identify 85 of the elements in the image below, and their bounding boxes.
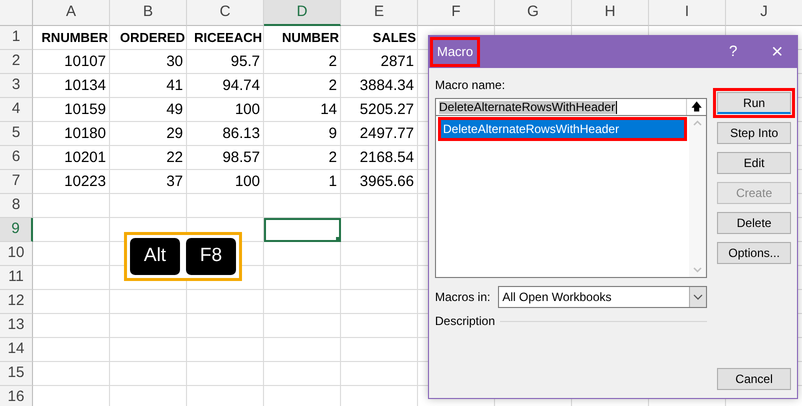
table-cell-text: 10180: [64, 124, 106, 144]
table-cell-text: 10223: [64, 172, 106, 192]
column-title: SALES: [372, 29, 416, 48]
table-cell-text: 2: [328, 52, 337, 72]
table-cell-text: 1: [328, 172, 337, 192]
table-cell-text: 49: [166, 100, 183, 120]
field-label: Macro name:: [435, 77, 506, 94]
table-cell-text: 9: [328, 124, 337, 144]
table-cell-text: 2168.54: [360, 148, 414, 168]
column-header[interactable]: B: [110, 0, 187, 26]
row-header[interactable]: 8: [0, 194, 33, 218]
table-cell-text: 3884.34: [360, 76, 414, 96]
table-cell-text: 22: [166, 148, 183, 168]
dialog-button[interactable]: Options...: [717, 242, 791, 264]
row-header[interactable]: 4: [0, 98, 33, 122]
table-cell-text: 10107: [64, 52, 106, 72]
table-cell-text: 2: [328, 148, 337, 168]
table-cell-text: 94.74: [222, 76, 260, 96]
row-header[interactable]: 2: [0, 50, 33, 74]
close-button[interactable]: ×: [771, 37, 783, 67]
column-header[interactable]: D: [264, 0, 341, 26]
row-header[interactable]: 6: [0, 146, 33, 170]
scrollbar[interactable]: [689, 116, 706, 277]
scroll-up-icon[interactable]: [693, 120, 702, 126]
row-header[interactable]: 14: [0, 338, 33, 362]
table-cell-text: 100: [234, 100, 260, 120]
macros-in-dropdown[interactable]: All Open Workbooks: [498, 286, 708, 308]
field-label: Macros in:: [435, 289, 490, 306]
cancel-button[interactable]: Cancel: [717, 368, 791, 390]
row-header[interactable]: 1: [0, 26, 33, 50]
help-button[interactable]: ?: [728, 40, 738, 64]
column-title: NUMBER: [282, 29, 339, 48]
key-cap: F8: [186, 238, 236, 275]
table-cell-text: 5205.27: [360, 100, 414, 120]
dialog-button[interactable]: Delete: [717, 212, 791, 234]
dialog-button[interactable]: Run: [717, 92, 791, 114]
table-cell-text: 2871: [380, 52, 414, 72]
column-header[interactable]: G: [495, 0, 572, 26]
row-header[interactable]: 9: [0, 218, 33, 242]
table-cell-text: 37: [166, 172, 183, 192]
table-cell-text: 86.13: [222, 124, 260, 144]
row-header[interactable]: 7: [0, 170, 33, 194]
macro-list[interactable]: DeleteAlternateRowsWithHeader: [435, 116, 708, 278]
row-header[interactable]: 11: [0, 266, 33, 290]
table-cell-text: 29: [166, 124, 183, 144]
table-cell-text: 3965.66: [360, 172, 414, 192]
row-header[interactable]: 15: [0, 362, 33, 386]
row-header[interactable]: 3: [0, 74, 33, 98]
row-header[interactable]: 13: [0, 314, 33, 338]
active-cell[interactable]: [264, 218, 341, 242]
table-cell-text: 10159: [64, 100, 106, 120]
key-cap: Alt: [130, 238, 180, 275]
column-header[interactable]: F: [418, 0, 495, 26]
row-header[interactable]: 16: [0, 386, 33, 406]
table-cell-text: 10134: [64, 76, 106, 96]
column-header[interactable]: J: [726, 0, 802, 26]
row-header[interactable]: 12: [0, 290, 33, 314]
row-header[interactable]: 10: [0, 242, 33, 266]
column-header[interactable]: E: [341, 0, 418, 26]
caret-icon[interactable]: [693, 294, 704, 300]
table-cell-text: 41: [166, 76, 183, 96]
table-cell-text: 2: [328, 76, 337, 96]
column-header[interactable]: C: [187, 0, 264, 26]
table-cell-text: 30: [166, 52, 183, 72]
scroll-down-icon[interactable]: [693, 267, 702, 273]
column-header[interactable]: A: [33, 0, 110, 26]
column-title: RNUMBER: [42, 29, 108, 48]
section-label: Description: [435, 313, 496, 330]
list-item[interactable]: DeleteAlternateRowsWithHeader: [438, 117, 688, 141]
column-header[interactable]: I: [649, 0, 726, 26]
table-cell-text: 98.57: [222, 148, 260, 168]
dialog-button[interactable]: Step Into: [717, 122, 791, 144]
row-header[interactable]: 5: [0, 122, 33, 146]
table-cell-text: 2497.77: [360, 124, 414, 144]
table-cell-text: 95.7: [230, 52, 260, 72]
column-title: ORDERED: [120, 29, 185, 48]
table-cell-text: 10201: [64, 148, 106, 168]
dialog-button[interactable]: Edit: [717, 152, 791, 174]
table-cell-text: 100: [234, 172, 260, 192]
table-cell-text: 14: [320, 100, 337, 120]
macro-name-field[interactable]: DeleteAlternateRowsWithHeader 🡅: [435, 98, 708, 116]
column-header[interactable]: H: [572, 0, 649, 26]
column-title: RICEEACH: [194, 29, 262, 48]
window-title: Macro: [430, 37, 480, 67]
select-all-corner[interactable]: [0, 0, 33, 26]
